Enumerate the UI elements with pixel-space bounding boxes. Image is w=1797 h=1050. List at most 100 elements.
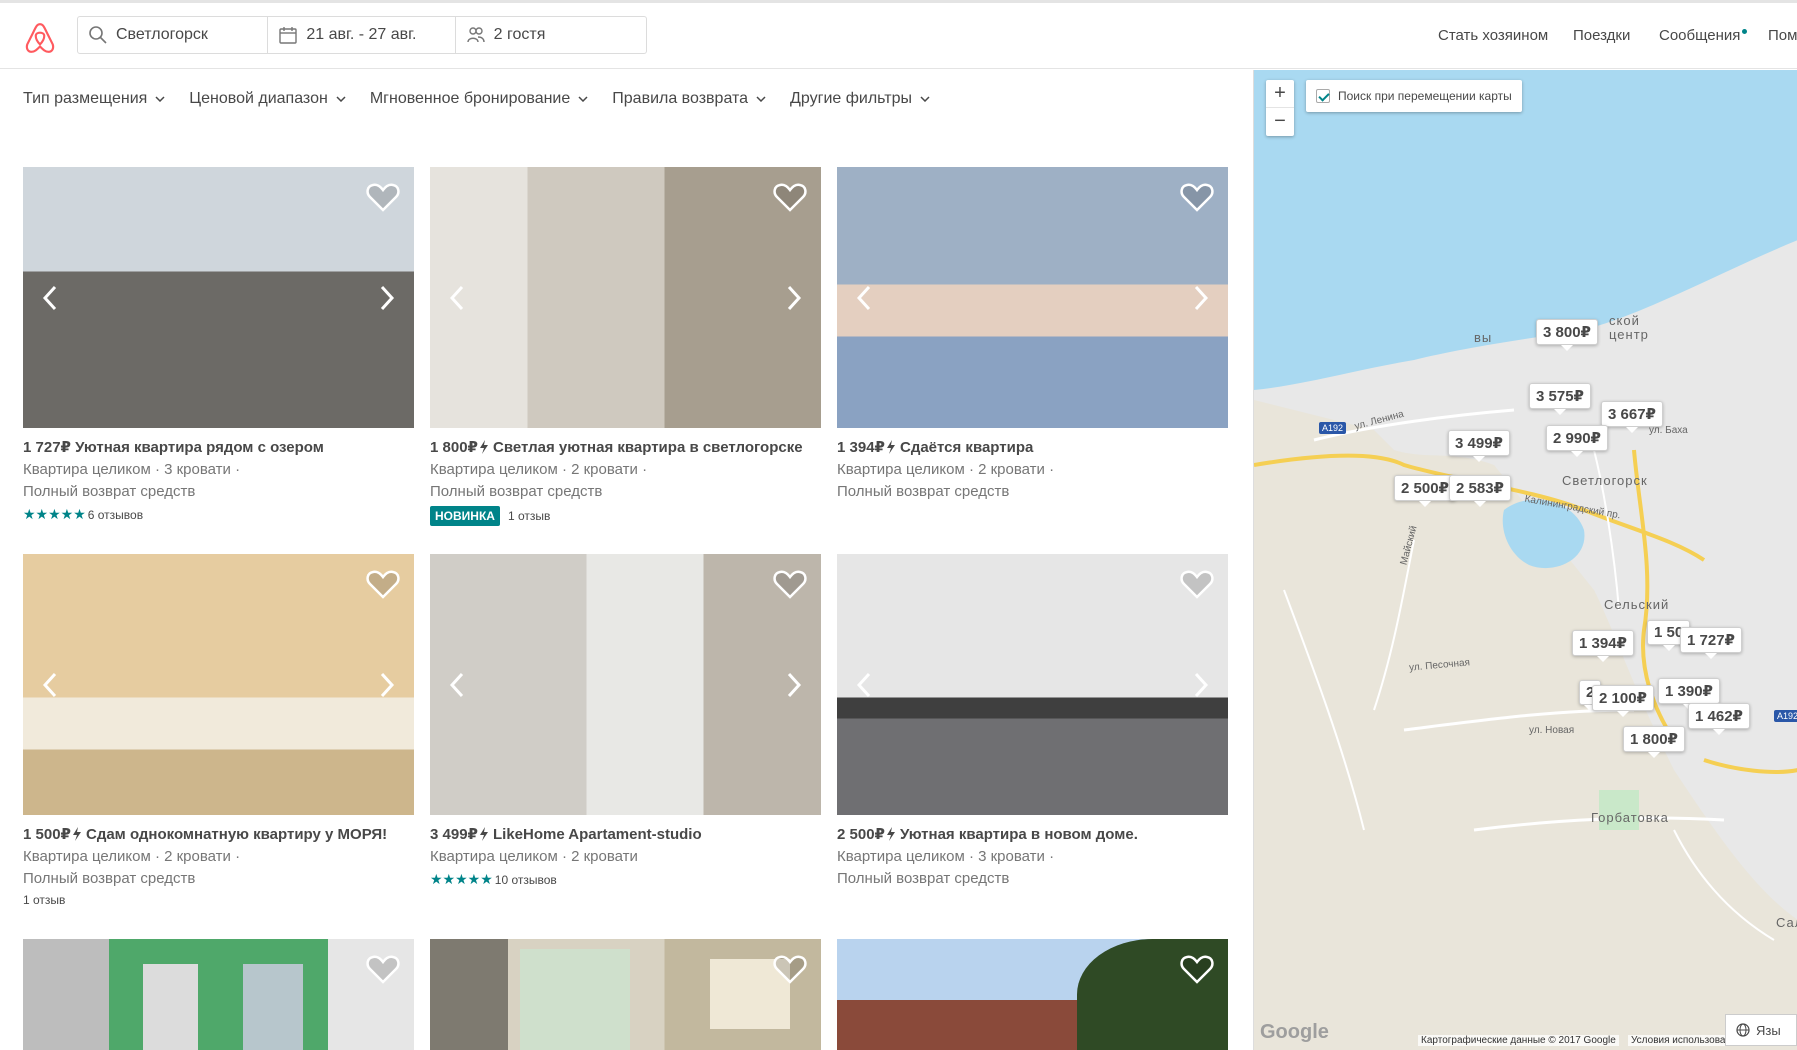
listing-title[interactable]: 1 500₽ Сдам однокомнатную квартиру у МОРЯ…: [23, 825, 414, 843]
listing-photo[interactable]: [23, 167, 414, 428]
listing-title[interactable]: 3 499₽ LikeHome Apartament-studio: [430, 825, 821, 843]
chevron-down-icon: [578, 96, 588, 102]
price-pin[interactable]: 1 462₽: [1688, 703, 1750, 735]
price-pin[interactable]: 2 583₽: [1449, 475, 1511, 507]
airbnb-logo-icon[interactable]: [23, 21, 57, 55]
chevron-left-icon[interactable]: [853, 283, 877, 313]
heart-icon[interactable]: [366, 953, 400, 985]
chevron-right-icon[interactable]: [1188, 670, 1212, 700]
listing-cancellation: Полный возврат средств: [837, 870, 1010, 887]
chevron-right-icon[interactable]: [374, 283, 398, 313]
listing-card[interactable]: 1 394₽ Сдаётся квартира Квартира целиком ·…: [837, 167, 1228, 500]
listing-details: Квартира целиком · 2 кровати ·: [23, 848, 241, 865]
nav-become-host[interactable]: Стать хозяином: [1438, 27, 1548, 44]
chevron-right-icon[interactable]: [781, 670, 805, 700]
filter-more[interactable]: Другие фильтры: [790, 90, 930, 108]
listing-photo[interactable]: [837, 939, 1228, 1050]
price-pin[interactable]: 2 100₽: [1592, 685, 1654, 717]
chevron-down-icon: [336, 96, 346, 102]
zoom-out-button[interactable]: −: [1266, 108, 1294, 136]
listing-title[interactable]: 2 500₽ Уютная квартира в новом доме.: [837, 825, 1228, 843]
zoom-in-button[interactable]: +: [1266, 80, 1294, 108]
heart-icon[interactable]: [366, 181, 400, 213]
listing-name: LikeHome Apartament-studio: [492, 826, 702, 843]
listing-photo[interactable]: [23, 554, 414, 815]
chevron-right-icon[interactable]: [374, 670, 398, 700]
listing-card[interactable]: 3 499₽ LikeHome Apartament-studio Квартира…: [430, 554, 821, 888]
listing-price: 2 500₽: [837, 826, 885, 843]
listing-card[interactable]: 1 500₽ Сдам однокомнатную квартиру у МОРЯ…: [23, 554, 414, 907]
guests-field[interactable]: 2 гостя: [456, 17, 646, 53]
price-pin[interactable]: 2 500₽: [1394, 475, 1456, 507]
chevron-left-icon[interactable]: [39, 670, 63, 700]
listing-photo[interactable]: [430, 167, 821, 428]
heart-icon[interactable]: [773, 953, 807, 985]
review-count: 6 отзывов: [87, 507, 144, 522]
instant-book-icon: [72, 827, 81, 841]
filter-label: Мгновенное бронирование: [369, 90, 571, 107]
price-pin[interactable]: 1 800₽: [1623, 726, 1685, 758]
price-pin[interactable]: 3 800₽: [1536, 319, 1598, 351]
listing-card[interactable]: [23, 939, 414, 1050]
language-button[interactable]: Язы: [1725, 1014, 1797, 1046]
listing-photo[interactable]: [430, 554, 821, 815]
nav-help[interactable]: Пом: [1768, 27, 1797, 44]
listing-title[interactable]: 1 394₽ Сдаётся квартира: [837, 438, 1228, 456]
nav-messages[interactable]: Сообщения: [1659, 27, 1740, 44]
price-pin[interactable]: 1 727₽: [1680, 627, 1742, 659]
nav-trips[interactable]: Поездки: [1573, 27, 1630, 44]
listing-name: Светлая уютная квартира в светлогорске: [492, 439, 803, 456]
chevron-left-icon[interactable]: [446, 670, 470, 700]
search-on-move-toggle[interactable]: Поиск при перемещении карты: [1306, 80, 1522, 112]
listing-photo[interactable]: [837, 167, 1228, 428]
listing-cancellation: Полный возврат средств: [837, 483, 1010, 500]
chevron-right-icon[interactable]: [1188, 283, 1212, 313]
listing-photo[interactable]: [837, 554, 1228, 815]
search-bar[interactable]: Светлогорск 21 авг. - 27 авг. 2 гостя: [77, 16, 647, 54]
filter-cancellation[interactable]: Правила возврата: [612, 90, 766, 108]
price-pin[interactable]: 2 990₽: [1546, 425, 1608, 457]
filter-price[interactable]: Ценовой диапазон: [189, 90, 346, 108]
road-tag: A192: [1319, 422, 1347, 434]
dates-field[interactable]: 21 авг. - 27 авг.: [268, 17, 456, 53]
filter-room-type[interactable]: Тип размещения: [23, 90, 165, 108]
listing-name: Сдаётся квартира: [899, 439, 1034, 456]
location-field[interactable]: Светлогорск: [78, 17, 269, 53]
price-pin[interactable]: 3 667₽: [1601, 401, 1663, 433]
listing-card[interactable]: 1 800₽ Светлая уютная квартира в светлого…: [430, 167, 821, 526]
chevron-right-icon[interactable]: [781, 283, 805, 313]
filter-instant-book[interactable]: Мгновенное бронирование: [370, 90, 588, 108]
google-logo: Google: [1260, 1021, 1329, 1043]
listing-price: 1 727₽: [23, 439, 71, 456]
heart-icon[interactable]: [1180, 181, 1214, 213]
map-canvas[interactable]: [1254, 70, 1797, 1050]
star-rating-icon: ★★★★★: [23, 506, 86, 522]
heart-icon[interactable]: [366, 568, 400, 600]
listing-card[interactable]: 2 500₽ Уютная квартира в новом доме. Кварт…: [837, 554, 1228, 887]
chevron-left-icon[interactable]: [853, 670, 877, 700]
map-label-center: ской центр: [1609, 313, 1649, 342]
header: Светлогорск 21 авг. - 27 авг. 2 гостя Ст…: [0, 3, 1797, 69]
chevron-left-icon[interactable]: [39, 283, 63, 313]
listing-card[interactable]: 1 727₽ Уютная квартира рядом с озером Ква…: [23, 167, 414, 523]
listing-card[interactable]: [430, 939, 821, 1050]
price-pin[interactable]: 1 390₽: [1658, 678, 1720, 710]
price-pin[interactable]: 3 499₽: [1448, 430, 1510, 462]
price-pin[interactable]: 1 394₽: [1572, 630, 1634, 662]
heart-icon[interactable]: [1180, 953, 1214, 985]
listing-title[interactable]: 1 800₽ Светлая уютная квартира в светлого…: [430, 438, 821, 456]
chevron-left-icon[interactable]: [446, 283, 470, 313]
heart-icon[interactable]: [773, 568, 807, 600]
listing-card[interactable]: [837, 939, 1228, 1050]
heart-icon[interactable]: [1180, 568, 1214, 600]
listing-photo[interactable]: [430, 939, 821, 1050]
listing-price: 3 499₽: [430, 826, 478, 843]
listing-title[interactable]: 1 727₽ Уютная квартира рядом с озером: [23, 438, 414, 456]
listing-photo[interactable]: [23, 939, 414, 1050]
map-label-street: ул. Новая: [1529, 725, 1575, 736]
checkbox-checked-icon[interactable]: [1316, 89, 1330, 103]
filter-label: Правила возврата: [612, 90, 749, 107]
heart-icon[interactable]: [773, 181, 807, 213]
map-panel[interactable]: + − Поиск при перемещении карты Светлого…: [1253, 70, 1797, 1050]
price-pin[interactable]: 3 575₽: [1529, 383, 1591, 415]
